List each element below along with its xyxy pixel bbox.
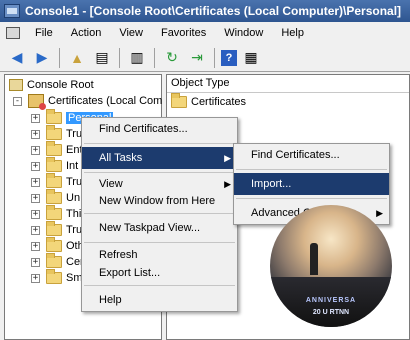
menu-action[interactable]: Action (62, 27, 111, 39)
console-system-menu-icon[interactable] (6, 27, 20, 39)
menu-item-find-certificates[interactable]: Find Certificates... (82, 118, 237, 140)
export-list-icon[interactable]: ⇥ (186, 47, 208, 69)
tree-item[interactable]: + Tru (31, 221, 83, 238)
expand-icon[interactable]: + (31, 113, 40, 123)
expand-icon[interactable]: + (31, 193, 40, 203)
expand-icon[interactable]: + (31, 241, 40, 251)
tree-item[interactable]: + Oth (31, 237, 84, 254)
toolbar: ◀ ▶ ▲ ▤ ▥ ↻ ⇥ ? ▦ (0, 44, 410, 72)
tree-item[interactable]: + Cer (31, 253, 84, 270)
menu-separator (84, 172, 235, 173)
tree-label: Int (66, 160, 79, 172)
tree-label: Tru (66, 176, 83, 188)
collapse-icon[interactable]: - (13, 96, 22, 106)
expand-icon[interactable]: + (31, 209, 40, 219)
expand-icon[interactable]: + (31, 129, 40, 139)
folder-icon (46, 269, 62, 284)
menu-item-refresh[interactable]: Refresh (82, 246, 237, 264)
menu-window[interactable]: Window (215, 27, 272, 39)
menu-separator (84, 143, 235, 144)
folder-icon (46, 205, 62, 220)
folder-icon (46, 189, 62, 204)
console-root-icon (9, 79, 23, 91)
tree-item-certificates[interactable]: - Certificates (Local Com (13, 93, 163, 110)
toolbar-separator (154, 47, 155, 68)
menu-favorites[interactable]: Favorites (152, 27, 215, 39)
folder-icon (46, 157, 62, 172)
toolbar-separator (59, 47, 60, 68)
menu-item-new-taskpad-view[interactable]: New Taskpad View... (82, 217, 237, 239)
menu-separator (236, 198, 387, 199)
menu-file[interactable]: File (26, 27, 62, 39)
folder-icon (46, 125, 62, 140)
folder-icon (46, 221, 62, 236)
menu-item-view[interactable]: View ▶ (82, 176, 237, 193)
certificates-snapin-icon (28, 94, 46, 110)
expand-icon[interactable]: + (31, 257, 40, 267)
menu-separator (236, 169, 387, 170)
person-silhouette (310, 243, 318, 275)
show-hide-action-pane-icon[interactable]: ▦ (240, 47, 262, 69)
menu-item-help[interactable]: Help (82, 289, 237, 311)
tree-item[interactable]: + Thi (31, 205, 82, 222)
menu-separator (84, 285, 235, 286)
expand-icon[interactable]: + (31, 273, 40, 283)
overlay-photo: ANNIVERSA 20 U RTNN (270, 205, 392, 327)
tree-label: Thi (66, 208, 82, 220)
expand-icon[interactable]: + (31, 177, 40, 187)
expand-icon[interactable]: + (31, 161, 40, 171)
menu-bar: File Action View Favorites Window Help (0, 22, 410, 44)
folder-icon (46, 141, 62, 156)
expand-icon[interactable]: + (31, 145, 40, 155)
tree-item[interactable]: + Tru (31, 173, 83, 190)
menu-separator (84, 213, 235, 214)
tree-label: Console Root (27, 79, 94, 91)
expand-icon[interactable]: + (31, 225, 40, 235)
tree-label: Certificates (Local Com (48, 95, 163, 107)
list-item-certificates[interactable]: Certificates (167, 93, 409, 111)
toolbar-separator (214, 47, 215, 68)
up-folder-icon[interactable]: ▲ (66, 47, 88, 69)
tree-item[interactable]: + Int (31, 157, 79, 174)
tree-label: Un (66, 192, 81, 204)
context-menu: Find Certificates... All Tasks ▶ View ▶ Ne… (81, 117, 238, 312)
tree-item[interactable]: + Tru (31, 125, 83, 142)
column-header-object-type[interactable]: Object Type (167, 75, 409, 93)
tree-item[interactable]: + Sm (31, 269, 83, 286)
folder-icon (46, 253, 62, 268)
folder-icon (46, 237, 62, 252)
help-icon[interactable]: ? (221, 49, 237, 66)
overlay-caption-2: 20 U RTNN (312, 309, 350, 316)
submenu-arrow-icon: ▶ (376, 208, 383, 218)
mmc-app-icon (4, 4, 20, 18)
properties-icon[interactable]: ▥ (126, 47, 148, 69)
show-hide-tree-icon[interactable]: ▤ (91, 47, 113, 69)
menu-help[interactable]: Help (272, 27, 313, 39)
tree-item[interactable]: + Un (31, 189, 81, 206)
menu-item-export-list[interactable]: Export List... (82, 264, 237, 282)
tree-label: Tru (66, 128, 83, 140)
submenu-item-find-certificates[interactable]: Find Certificates... (234, 144, 389, 166)
tree-item-console-root[interactable]: Console Root (9, 77, 94, 93)
title-bar: Console1 - [Console Root\Certificates (L… (0, 0, 410, 22)
menu-view[interactable]: View (110, 27, 152, 39)
list-item-label: Certificates (191, 96, 247, 108)
overlay-caption: ANNIVERSA (305, 297, 357, 304)
refresh-icon[interactable]: ↻ (161, 47, 183, 69)
folder-icon (46, 109, 62, 124)
window-title: Console1 - [Console Root\Certificates (L… (25, 4, 402, 18)
back-arrow-icon[interactable]: ◀ (6, 47, 28, 69)
submenu-item-import[interactable]: Import... (234, 173, 389, 195)
menu-item-new-window[interactable]: New Window from Here (82, 193, 237, 210)
folder-icon (46, 173, 62, 188)
submenu-arrow-icon: ▶ (224, 153, 231, 163)
tree-label: Tru (66, 224, 83, 236)
tree-item[interactable]: + Ent (31, 141, 83, 158)
toolbar-separator (119, 47, 120, 68)
forward-arrow-icon[interactable]: ▶ (31, 47, 53, 69)
submenu-arrow-icon: ▶ (224, 179, 231, 189)
menu-item-all-tasks[interactable]: All Tasks ▶ (82, 147, 237, 169)
folder-icon (171, 93, 187, 108)
menu-separator (84, 242, 235, 243)
